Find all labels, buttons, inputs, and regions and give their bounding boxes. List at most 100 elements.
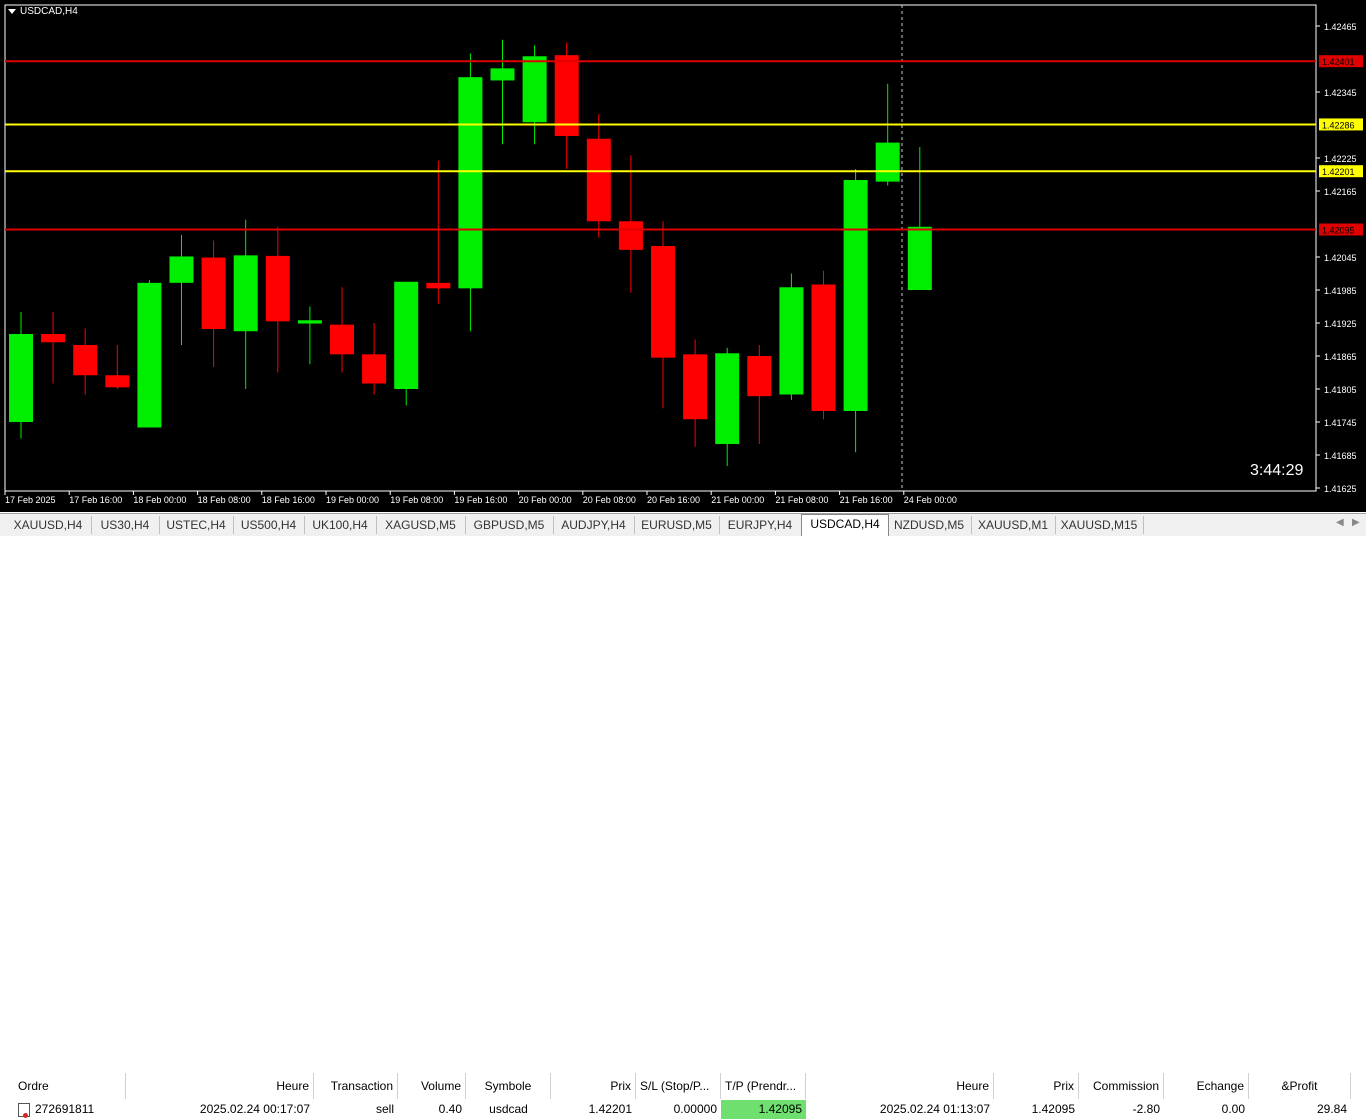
cell-tp[interactable]: 1.42095 — [721, 1100, 806, 1119]
cell-transaction[interactable]: sell — [314, 1100, 398, 1119]
column-header-volume[interactable]: Volume — [398, 1073, 466, 1099]
cell-profit[interactable]: 29.84 — [1249, 1100, 1351, 1119]
candle-body[interactable] — [458, 77, 483, 289]
time-axis-label: 18 Feb 16:00 — [262, 495, 315, 505]
candle-body[interactable] — [137, 282, 162, 428]
dropdown-triangle-icon[interactable] — [8, 8, 16, 14]
tab-scroll-right-icon[interactable]: ▶ — [1352, 517, 1360, 528]
time-axis-label: 17 Feb 2025 — [5, 495, 56, 505]
candle-body[interactable] — [297, 320, 322, 324]
candle-body[interactable] — [330, 324, 354, 355]
tab-xagusd-m5[interactable]: XAGUSD,M5 — [376, 516, 466, 534]
column-header-profit[interactable]: &Profit — [1249, 1073, 1351, 1099]
candle-body[interactable] — [201, 257, 226, 330]
candle-body[interactable] — [394, 281, 419, 389]
column-header-echange[interactable]: Echange — [1164, 1073, 1249, 1099]
column-header-tp[interactable]: T/P (Prendr... — [721, 1073, 806, 1099]
price-axis-label: 1.42345 — [1324, 88, 1357, 98]
price-axis-label: 1.42165 — [1324, 187, 1357, 197]
chart-symbol-label: USDCAD,H4 — [8, 6, 78, 17]
tab-usdcad-h4[interactable]: USDCAD,H4 — [801, 514, 889, 536]
cell-echange[interactable]: 0.00 — [1164, 1100, 1249, 1119]
cell-sl[interactable]: 0.00000 — [636, 1100, 721, 1119]
cell-heure-close[interactable]: 2025.02.24 01:13:07 — [806, 1100, 994, 1119]
tab-us500-h4[interactable]: US500,H4 — [233, 516, 305, 534]
cell-ordre[interactable]: 272691811 — [14, 1100, 126, 1119]
price-axis-label: 1.41925 — [1324, 319, 1357, 329]
time-axis-label: 20 Feb 00:00 — [519, 495, 572, 505]
candle-body[interactable] — [811, 284, 836, 412]
price-axis-label: 1.41625 — [1324, 484, 1357, 494]
candle-body[interactable] — [265, 255, 290, 322]
price-axis-label: 1.41985 — [1324, 286, 1357, 296]
candle-body[interactable] — [41, 334, 66, 343]
price-axis-label: 1.41865 — [1324, 352, 1357, 362]
column-header-symbole[interactable]: Symbole — [466, 1073, 551, 1099]
column-header-prix-close[interactable]: Prix — [994, 1073, 1079, 1099]
column-header-commission[interactable]: Commission — [1079, 1073, 1164, 1099]
candle-body[interactable] — [490, 68, 515, 81]
candle-body[interactable] — [683, 354, 708, 420]
cell-heure[interactable]: 2025.02.24 00:17:07 — [126, 1100, 314, 1119]
price-axis-label: 1.41745 — [1324, 418, 1357, 428]
order-id: 272691811 — [35, 1102, 95, 1116]
time-axis-label: 19 Feb 00:00 — [326, 495, 379, 505]
candle-body[interactable] — [747, 356, 772, 397]
time-axis-label: 21 Feb 08:00 — [775, 495, 828, 505]
tab-eurjpy-h4[interactable]: EURJPY,H4 — [719, 516, 802, 534]
candle-body[interactable] — [618, 221, 643, 250]
candlestick-chart[interactable]: 1.42465 1.42345 1.42225 1.42165 1.42045 1.419… — [0, 0, 1366, 512]
candle-body[interactable] — [779, 287, 804, 395]
tab-gbpusd-m5[interactable]: GBPUSD,M5 — [465, 516, 554, 534]
candle-body[interactable] — [522, 56, 547, 123]
cell-volume[interactable]: 0.40 — [398, 1100, 466, 1119]
column-header-ordre[interactable]: Ordre — [14, 1073, 126, 1099]
column-header-transaction[interactable]: Transaction — [314, 1073, 398, 1099]
tab-us30-h4[interactable]: US30,H4 — [91, 516, 160, 534]
candle-countdown-timer: 3:44:29 — [1250, 462, 1304, 479]
column-header-heure[interactable]: Heure — [126, 1073, 314, 1099]
tab-eurusd-m5[interactable]: EURUSD,M5 — [634, 516, 720, 534]
candle-body[interactable] — [715, 353, 740, 444]
candle-body[interactable] — [875, 142, 900, 182]
column-header-heure-close[interactable]: Heure — [806, 1073, 994, 1099]
tab-nzdusd-m5[interactable]: NZDUSD,M5 — [887, 516, 972, 534]
candle-body[interactable] — [105, 375, 130, 388]
cell-prix-close[interactable]: 1.42095 — [994, 1100, 1079, 1119]
candle-body[interactable] — [233, 255, 258, 332]
cell-commission[interactable]: -2.80 — [1079, 1100, 1164, 1119]
candle-body[interactable] — [907, 226, 932, 290]
column-header-prix[interactable]: Prix — [551, 1073, 636, 1099]
tab-uk100-h4[interactable]: UK100,H4 — [304, 516, 377, 534]
order-icon — [18, 1102, 30, 1118]
candle-body[interactable] — [169, 256, 194, 283]
price-level-label: 1.42201 — [1322, 167, 1355, 177]
time-axis-label: 19 Feb 16:00 — [454, 495, 507, 505]
time-axis-label: 20 Feb 08:00 — [583, 495, 636, 505]
tab-audjpy-h4[interactable]: AUDJPY,H4 — [553, 516, 635, 534]
price-axis-label: 1.42225 — [1324, 154, 1357, 164]
time-axis-label: 21 Feb 00:00 — [711, 495, 764, 505]
candle-body[interactable] — [586, 138, 611, 222]
time-axis-label: 19 Feb 08:00 — [390, 495, 443, 505]
column-header-sl[interactable]: S/L (Stop/P... — [636, 1073, 721, 1099]
price-axis-label: 1.41805 — [1324, 385, 1357, 395]
candle-body[interactable] — [9, 334, 33, 422]
cell-symbole[interactable]: usdcad — [466, 1100, 551, 1119]
tab-xauusd-h4[interactable]: XAUUSD,H4 — [5, 516, 92, 534]
candle-body[interactable] — [73, 345, 98, 376]
tab-xauusd-m15[interactable]: XAUUSD,M15 — [1055, 516, 1144, 534]
time-axis-label: 24 Feb 00:00 — [904, 495, 957, 505]
candle-body[interactable] — [651, 246, 675, 358]
price-chart[interactable]: 1.42465 1.42345 1.42225 1.42165 1.42045 1.419… — [0, 0, 1366, 512]
cell-prix[interactable]: 1.42201 — [551, 1100, 636, 1119]
tab-ustec-h4[interactable]: USTEC,H4 — [159, 516, 234, 534]
tab-xauusd-m1[interactable]: XAUUSD,M1 — [971, 516, 1056, 534]
time-axis-label: 17 Feb 16:00 — [69, 495, 122, 505]
price-level-label: 1.42286 — [1322, 120, 1355, 130]
candle-body[interactable] — [362, 354, 387, 384]
time-axis-label: 20 Feb 16:00 — [647, 495, 700, 505]
candle-body[interactable] — [843, 180, 868, 411]
tab-scroll-left-icon[interactable]: ◀ — [1336, 517, 1344, 528]
candle-body[interactable] — [426, 282, 451, 289]
